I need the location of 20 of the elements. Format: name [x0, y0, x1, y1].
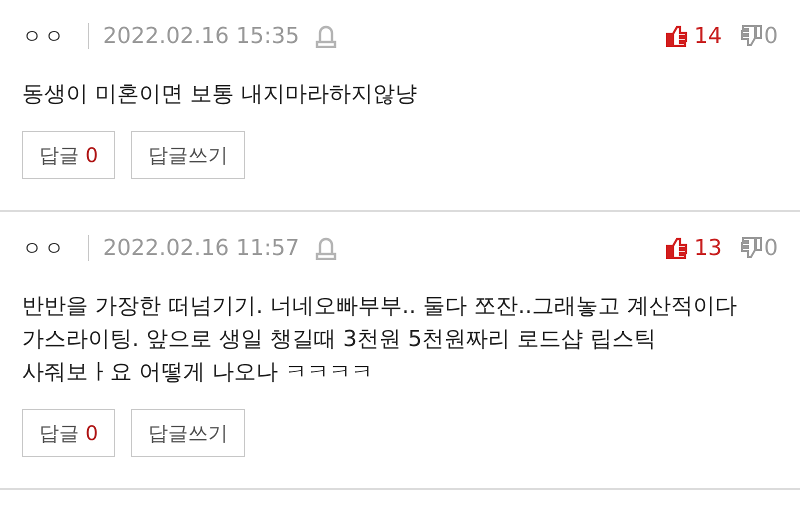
- like-count: 14: [694, 24, 722, 48]
- author-name: ㅇㅇ: [22, 22, 66, 50]
- dislike-count: 0: [764, 24, 778, 48]
- thumbs-up-icon[interactable]: [666, 25, 688, 47]
- comment-text: 동생이 미혼이면 보통 내지마라하지않냥: [22, 81, 418, 109]
- write-reply-button[interactable]: 답글쓰기: [131, 131, 246, 179]
- write-reply-button[interactable]: 답글쓰기: [131, 409, 246, 457]
- comment-text: 반반을 가장한 떠넘기기. 너네오빠부부.. 둘다 쪼잔..그래놓고 계산적이다 가스라이팅. 앞으로 생일 챙길때 3천원 5천원짜리 로드샵 립스틱 사줘보ㅏ요 어떻게 나오나 ㅋㅋㅋㅋ: [22, 293, 738, 387]
- like-count: 13: [694, 236, 722, 260]
- dislike-count: 0: [764, 236, 778, 260]
- replies-button[interactable]: 답글 0: [22, 131, 116, 179]
- comment-date: 2022.02.16 15:35: [103, 24, 300, 48]
- comment-date: 2022.02.16 11:57: [103, 236, 300, 260]
- bell-icon[interactable]: [315, 24, 338, 48]
- thumbs-down-icon[interactable]: [740, 25, 762, 47]
- bell-icon[interactable]: [315, 236, 338, 260]
- thumbs-up-icon[interactable]: [666, 237, 688, 259]
- author-name: ㅇㅇ: [22, 234, 66, 262]
- thumbs-down-icon[interactable]: [740, 237, 762, 259]
- replies-button[interactable]: 답글 0: [22, 409, 116, 457]
